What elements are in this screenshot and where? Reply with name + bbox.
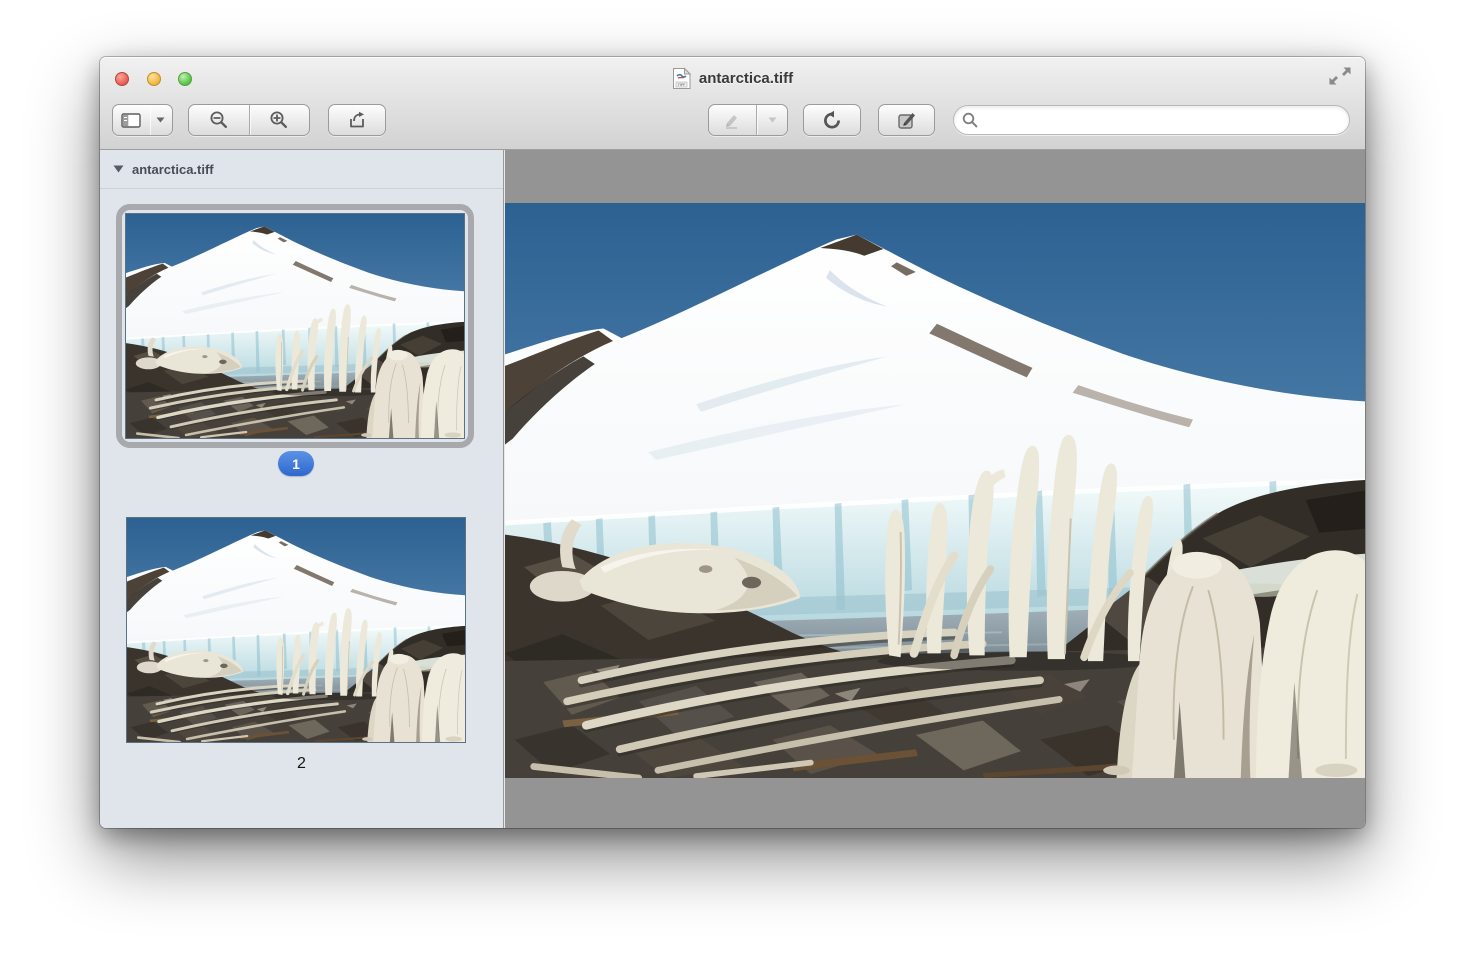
zoom-out-icon (209, 110, 229, 130)
rotate-left-icon (822, 110, 842, 131)
markup-tools-button[interactable] (708, 104, 788, 136)
fullscreen-arrows-icon[interactable] (1329, 65, 1351, 87)
image-canvas (505, 150, 1365, 828)
zoom-segmented-control (188, 104, 310, 136)
page-2-thumbnail[interactable] (126, 517, 466, 743)
view-options-button[interactable] (112, 104, 173, 136)
thumbnail-2-container (126, 517, 466, 743)
page-2-label: 2 (100, 755, 503, 773)
thumbnail-selection-frame (116, 204, 474, 448)
window-title-area: TIFF antarctica.tiff (100, 66, 1365, 90)
sidebar-view-segment[interactable] (113, 105, 150, 135)
share-icon (347, 111, 367, 130)
antarctica-photo (505, 203, 1365, 778)
zoom-out-button[interactable] (189, 105, 249, 135)
window-title: antarctica.tiff (699, 70, 793, 87)
chevron-down-icon (768, 117, 777, 123)
search-icon (962, 112, 978, 128)
zoom-in-button[interactable] (249, 105, 310, 135)
markup-pencil-icon (897, 110, 917, 130)
edit-markup-button[interactable] (878, 104, 935, 136)
highlighter-icon (724, 112, 742, 129)
titlebar: TIFF antarctica.tiff (100, 57, 1365, 150)
page-number-badge: 1 (278, 451, 314, 476)
highlighter-segment[interactable] (709, 105, 756, 135)
markup-dropdown[interactable] (756, 105, 787, 135)
search-input[interactable] (983, 108, 1349, 132)
tiff-document-icon: TIFF (672, 67, 692, 90)
sidebar-document-label: antarctica.tiff (132, 162, 214, 177)
sidebar-document-header[interactable]: antarctica.tiff (100, 150, 503, 189)
thumbnail-sidebar: antarctica.tiff 1 2 (100, 150, 504, 828)
page-1-thumbnail[interactable] (125, 213, 465, 439)
zoom-in-icon (269, 110, 289, 130)
disclosure-triangle-icon[interactable] (113, 165, 124, 173)
view-dropdown[interactable] (150, 105, 172, 135)
share-button[interactable] (328, 104, 386, 136)
sidebar-panel-icon (121, 113, 141, 128)
chevron-down-icon (156, 117, 165, 123)
search-field[interactable] (953, 105, 1350, 135)
preview-window: TIFF antarctica.tiff (100, 57, 1365, 828)
svg-text:TIFF: TIFF (678, 83, 686, 87)
rotate-left-button[interactable] (803, 104, 861, 136)
